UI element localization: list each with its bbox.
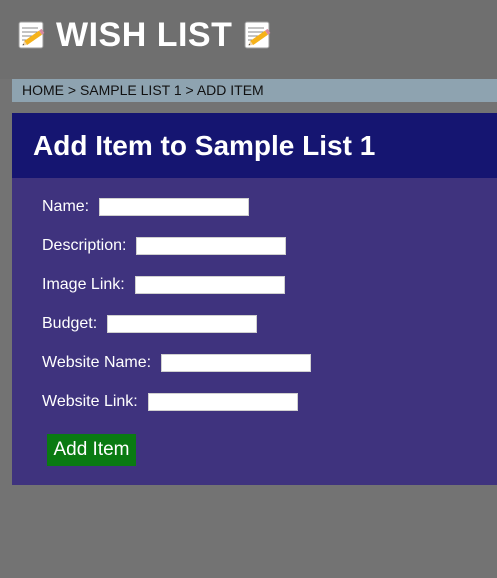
add-item-form: Name: Description: Image Link: Budget: W… — [12, 178, 497, 466]
budget-input[interactable] — [107, 314, 258, 333]
page-title: WISH LIST — [14, 14, 274, 56]
breadcrumb: HOME > SAMPLE LIST 1 > ADD ITEM — [12, 79, 497, 102]
image-link-input[interactable] — [134, 275, 285, 294]
form-row-name: Name: — [42, 187, 497, 226]
form-row-budget: Budget: — [42, 304, 497, 343]
image-link-label: Image Link: — [42, 275, 125, 293]
app-header: WISH LIST — [0, 0, 497, 79]
name-input[interactable] — [99, 197, 250, 216]
name-label: Name: — [42, 197, 90, 215]
memo-icon — [14, 18, 48, 52]
website-link-label: Website Link: — [42, 392, 138, 410]
add-item-panel: Add Item to Sample List 1 Name: Descript… — [12, 113, 497, 485]
form-row-description: Description: — [42, 226, 497, 265]
description-label: Description: — [42, 236, 127, 254]
form-row-image-link: Image Link: — [42, 265, 497, 304]
add-item-button[interactable]: Add Item — [47, 434, 136, 466]
form-row-website-name: Website Name: — [42, 343, 497, 382]
form-row-website-link: Website Link: — [42, 382, 497, 421]
budget-label: Budget: — [42, 314, 98, 332]
website-name-input[interactable] — [161, 353, 312, 372]
memo-icon — [240, 18, 274, 52]
website-link-input[interactable] — [147, 392, 298, 411]
panel-title: Add Item to Sample List 1 — [12, 113, 497, 178]
description-input[interactable] — [136, 236, 287, 255]
website-name-label: Website Name: — [42, 353, 152, 371]
breadcrumb-text: HOME > SAMPLE LIST 1 > ADD ITEM — [22, 82, 264, 98]
app-title: WISH LIST — [56, 16, 233, 54]
